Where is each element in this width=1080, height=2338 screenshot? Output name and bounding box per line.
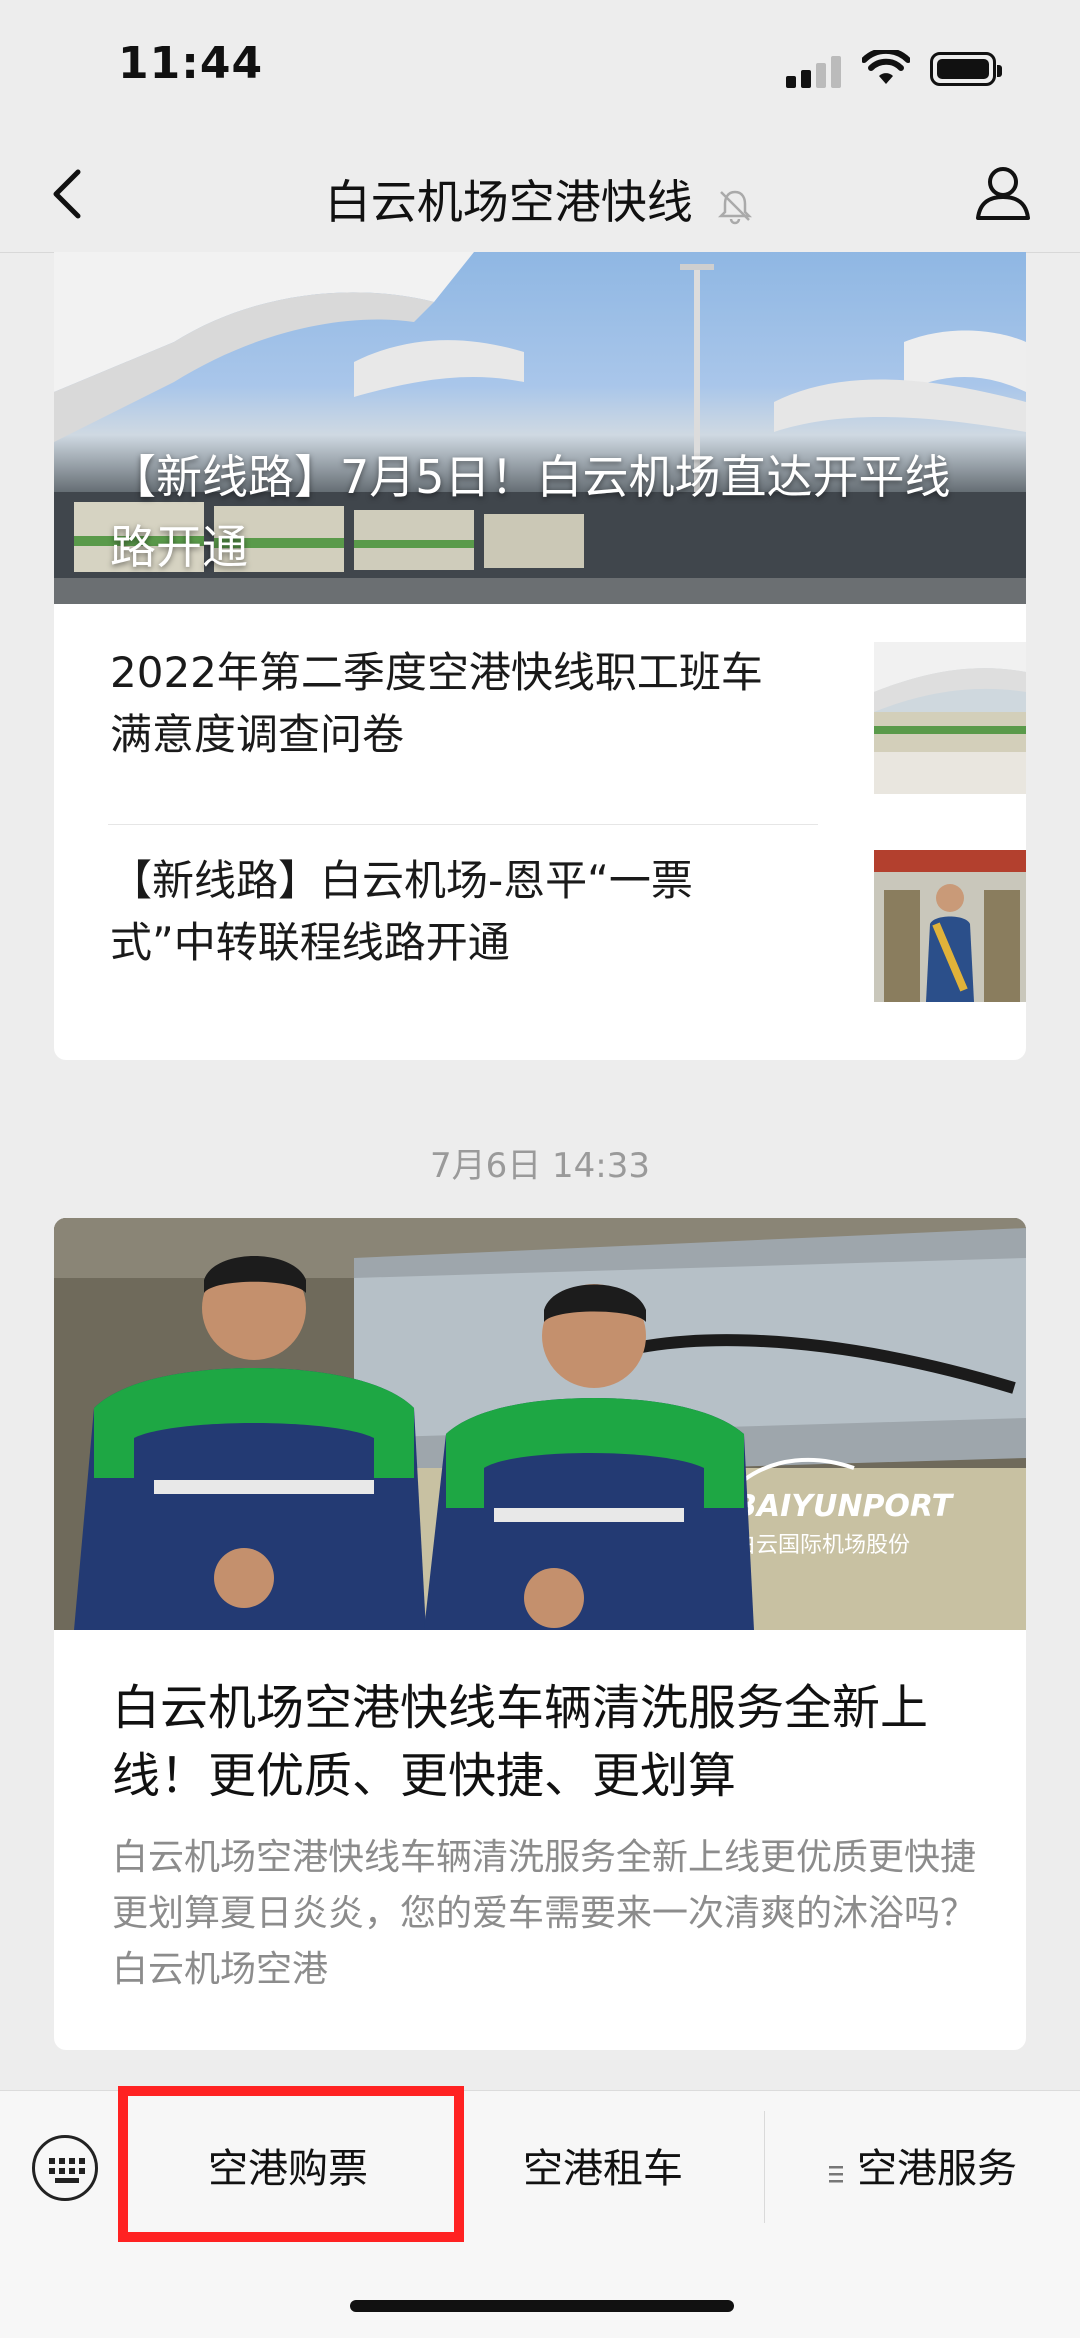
list-item-thumbnail[interactable]	[874, 642, 1026, 794]
home-indicator[interactable]	[350, 2300, 734, 2312]
mute-bell-icon	[718, 190, 753, 224]
hero-article-title[interactable]: 【新线路】7月5日！白云机场直达开平线路开通	[110, 442, 990, 582]
bus-station-thumbnail-image	[874, 642, 1026, 794]
profile-icon[interactable]	[970, 160, 1036, 226]
hero-image[interactable]: BAIYUNPORT 白云国际机场股份	[54, 1218, 1026, 1630]
menu-item-car-rental[interactable]: 空港租车	[438, 2131, 768, 2207]
article-card-group[interactable]: 【新线路】7月5日！白云机场直达开平线路开通 2022年第二季度空港快线职工班车…	[54, 252, 1026, 1060]
bus-brand-text: BAIYUNPORT	[734, 1489, 955, 1524]
battery-icon	[930, 52, 1002, 86]
submenu-icon	[829, 2133, 843, 2209]
account-name: 白云机场空港快线	[324, 175, 693, 229]
message-timestamp: 7月6日 14:33	[429, 1146, 651, 1186]
wifi-icon	[862, 50, 910, 84]
status-time: 11:44	[118, 38, 264, 89]
staff-gate-thumbnail-image	[874, 850, 1026, 1002]
bus-brand-cn-text: 白云国际机场股份	[734, 1533, 910, 1558]
article-title[interactable]: 白云机场空港快线车辆清洗服务全新上线！更优质、更快捷、更划算	[112, 1674, 982, 1810]
menu-item-services-label[interactable]: 空港服务	[857, 2146, 1017, 2192]
article-card[interactable]: BAIYUNPORT 白云国际机场股份 白云机场空港快线车辆清洗服务全新上线！更…	[54, 1218, 1026, 2050]
keyboard-icon[interactable]	[32, 2135, 98, 2201]
article-summary: 白云机场空港快线车辆清洗服务全新上线更优质更快捷更划算夏日炎炎，您的爱车需要来一…	[112, 1837, 977, 1990]
list-item-title[interactable]: 【新线路】白云机场-恩平“一票式”中转联程线路开通	[110, 850, 770, 974]
menu-item-services[interactable]: 空港服务	[766, 2131, 1080, 2207]
highlight-box	[118, 2086, 464, 2242]
hero-image[interactable]: 【新线路】7月5日！白云机场直达开平线路开通	[54, 252, 1026, 604]
divider	[108, 824, 818, 825]
list-item-thumbnail[interactable]	[874, 850, 1026, 1002]
nav-bar: 白云机场空港快线	[0, 140, 1080, 253]
cellular-signal-icon	[786, 56, 841, 88]
menu-separator	[764, 2111, 765, 2223]
status-bar: 11:44	[0, 0, 1080, 140]
list-item-title[interactable]: 2022年第二季度空港快线职工班车满意度调查问卷	[110, 642, 770, 766]
page-title: 白云机场空港快线	[0, 166, 1080, 232]
staff-bus-hero-image: BAIYUNPORT 白云国际机场股份	[54, 1218, 1026, 1630]
